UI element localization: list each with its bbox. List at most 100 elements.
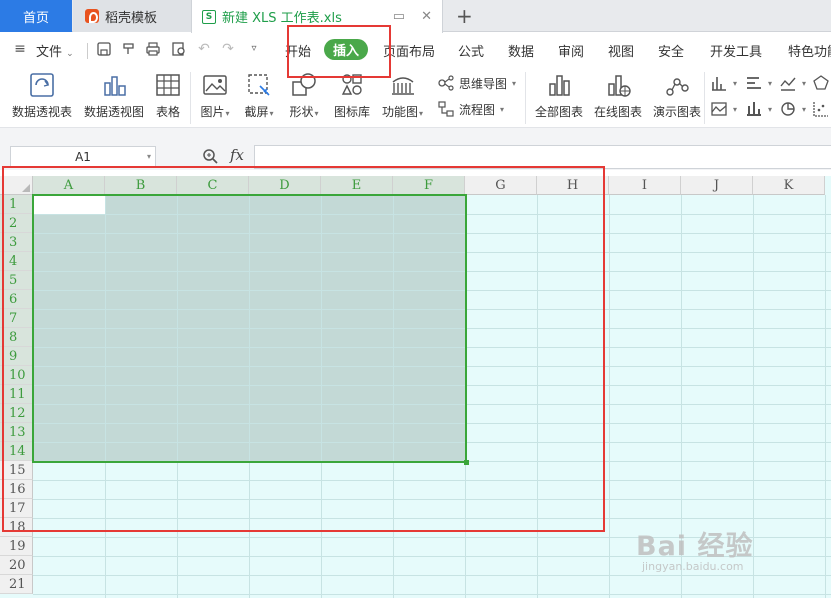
function-chart-label: 功能图 xyxy=(382,105,419,119)
all-charts-button[interactable]: 全部图表 xyxy=(535,70,583,120)
menu-bar: ≡ 文件 ⌄ ↶ ↷ ▿ 开始 插入 页面布局 公式 数据 审阅 视图 安全 开… xyxy=(0,33,831,66)
flowchart-button[interactable]: 流程图 ▾ xyxy=(437,100,504,118)
area-chart-button[interactable]: ▾ xyxy=(710,100,737,118)
caret-icon: ▾ xyxy=(512,78,517,88)
menu-special[interactable]: 特色功能 xyxy=(788,41,831,60)
chevron-down-icon[interactable]: ▾ xyxy=(147,152,151,161)
online-chart-button[interactable]: 在线图表 xyxy=(594,70,642,120)
picture-button[interactable]: 图片▾ xyxy=(200,70,230,120)
line-chart-button[interactable]: ▾ xyxy=(779,74,806,92)
divider xyxy=(704,72,705,124)
pie-chart-button[interactable]: ▾ xyxy=(779,100,806,118)
table-label: 表格 xyxy=(155,105,180,119)
menu-security[interactable]: 安全 xyxy=(658,41,684,60)
customize-toolbar-icon[interactable]: ▿ xyxy=(246,41,262,57)
bar-chart-icon xyxy=(747,77,761,89)
caret-icon: ▾ xyxy=(802,78,807,88)
gridline xyxy=(33,594,831,595)
pivot-chart-button[interactable]: 数据透视图 xyxy=(84,70,144,120)
column-header-j[interactable]: J xyxy=(681,176,753,195)
redo-icon[interactable]: ↷ xyxy=(220,41,236,57)
pivot-table-label: 数据透视表 xyxy=(12,105,73,119)
watermark: Bai 经验 jingyan.baidu.com xyxy=(636,524,753,573)
screenshot-button[interactable]: 截屏▾ xyxy=(244,70,274,120)
screenshot-label: 截屏 xyxy=(244,105,269,119)
area-chart-icon xyxy=(711,102,727,116)
caret-icon: ▾ xyxy=(225,109,230,118)
online-chart-label: 在线图表 xyxy=(594,105,643,119)
caret-icon: ▾ xyxy=(768,78,773,88)
print-icon[interactable] xyxy=(145,41,161,57)
pivot-chart-label: 数据透视图 xyxy=(84,105,145,119)
demo-chart-button[interactable]: 演示图表 xyxy=(653,70,701,120)
tab-home[interactable]: 首页 xyxy=(0,0,72,32)
save-icon[interactable] xyxy=(96,41,112,57)
scatter-chart-button[interactable] xyxy=(812,100,830,118)
stock-chart-button[interactable]: ▾ xyxy=(745,100,772,118)
spreadsheet-icon: S xyxy=(202,9,216,24)
caret-icon: ▾ xyxy=(314,109,319,118)
ribbon-insert: 数据透视表 数据透视图 表格 图片▾ 截屏▾ 形状▾ 图标库 功能图▾ 思维导图… xyxy=(0,66,831,128)
flowchart-icon xyxy=(438,101,454,117)
demo-chart-icon xyxy=(666,78,689,96)
menu-view[interactable]: 视图 xyxy=(608,41,634,60)
zoom-icon[interactable] xyxy=(202,148,218,164)
picture-icon xyxy=(203,75,227,95)
menu-review[interactable]: 审阅 xyxy=(558,41,584,60)
row-header-19[interactable]: 19 xyxy=(0,537,33,556)
screenshot-icon xyxy=(248,74,270,96)
menu-developer[interactable]: 开发工具 xyxy=(710,41,762,60)
menu-file-label: 文件 xyxy=(36,45,63,60)
pivot-table-button[interactable]: 数据透视表 xyxy=(12,70,72,120)
mindmap-label: 思维导图 xyxy=(459,76,508,91)
menu-file[interactable]: 文件 ⌄ xyxy=(36,41,74,60)
pivot-table-icon xyxy=(30,73,54,97)
close-icon[interactable]: ✕ xyxy=(421,9,432,24)
radar-chart-button[interactable] xyxy=(812,74,830,92)
stock-chart-icon xyxy=(747,102,761,116)
undo-icon[interactable]: ↶ xyxy=(196,41,212,57)
icon-library-label: 图标库 xyxy=(334,105,371,119)
flowchart-label: 流程图 xyxy=(459,102,496,117)
table-icon xyxy=(156,74,180,96)
column-header-i[interactable]: I xyxy=(609,176,681,195)
caret-icon: ▾ xyxy=(500,104,505,114)
all-charts-icon xyxy=(549,75,570,96)
function-chart-icon xyxy=(391,77,414,95)
divider xyxy=(525,72,526,124)
highlight-insert-menu-box xyxy=(287,25,391,78)
name-box[interactable]: A1 ▾ xyxy=(10,146,156,168)
name-box-value: A1 xyxy=(75,150,91,164)
row-header-20[interactable]: 20 xyxy=(0,556,33,575)
caret-icon: ▾ xyxy=(733,104,738,114)
demo-chart-label: 演示图表 xyxy=(653,105,702,119)
hamburger-icon[interactable]: ≡ xyxy=(12,41,28,57)
fx-icon[interactable]: fx xyxy=(230,146,244,164)
column-chart-button[interactable]: ▾ xyxy=(710,74,737,92)
divider xyxy=(87,43,88,59)
tab-pin-icon[interactable]: ▭ xyxy=(393,9,405,24)
watermark-main: Bai 经验 xyxy=(636,531,754,562)
menu-data[interactable]: 数据 xyxy=(508,41,534,60)
all-charts-label: 全部图表 xyxy=(535,105,584,119)
gridline xyxy=(33,575,831,576)
print-preview-icon[interactable] xyxy=(171,41,187,57)
caret-icon: ▾ xyxy=(269,109,274,118)
mindmap-button[interactable]: 思维导图 ▾ xyxy=(437,74,516,92)
table-button[interactable]: 表格 xyxy=(153,70,183,120)
online-chart-icon xyxy=(608,75,631,97)
shape-label: 形状 xyxy=(289,105,314,119)
docer-icon xyxy=(85,9,99,23)
new-tab-button[interactable]: + xyxy=(456,4,473,28)
tab-home-label: 首页 xyxy=(22,10,49,26)
tab-template[interactable]: 稻壳模板 xyxy=(73,0,191,32)
picture-label: 图片 xyxy=(200,105,225,119)
bar-chart-button[interactable]: ▾ xyxy=(745,74,772,92)
caret-icon: ▾ xyxy=(802,104,807,114)
column-header-k[interactable]: K xyxy=(753,176,825,195)
tab-document-label: 新建 XLS 工作表.xls xyxy=(222,11,342,26)
menu-formula[interactable]: 公式 xyxy=(458,41,484,60)
caret-icon: ▾ xyxy=(419,109,424,118)
row-header-21[interactable]: 21 xyxy=(0,575,33,594)
format-painter-icon[interactable] xyxy=(121,41,137,57)
